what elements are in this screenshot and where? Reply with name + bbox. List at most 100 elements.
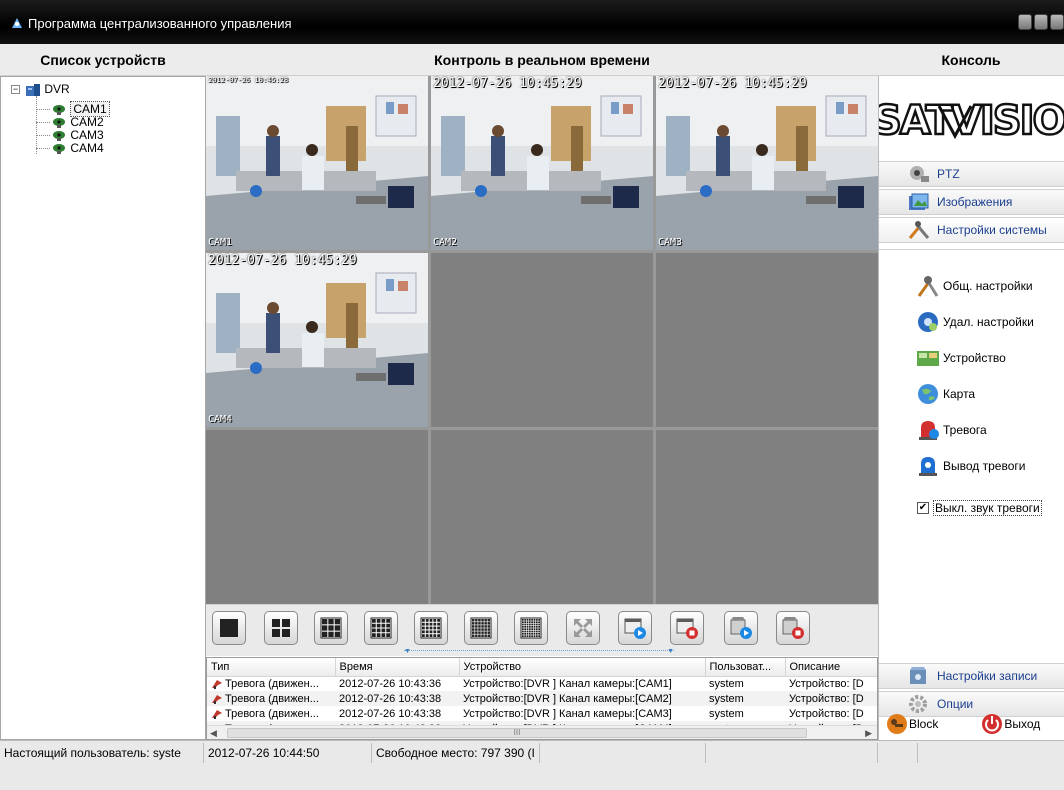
tree-collapse-toggle[interactable]: − xyxy=(11,85,20,94)
motion-alarm-icon xyxy=(212,679,222,689)
setting-label: Карта xyxy=(943,387,976,401)
accordion-images[interactable]: Изображения xyxy=(879,189,1064,215)
layout-4x4-button[interactable] xyxy=(364,611,398,645)
setting-label: Общ. настройки xyxy=(943,279,1033,293)
minimize-button[interactable] xyxy=(1018,14,1032,30)
event-description-cell: Устройство: [D xyxy=(785,706,877,721)
fullscreen-button[interactable] xyxy=(566,611,600,645)
event-table-header-row: Тип Время Устройство Пользоват... Описан… xyxy=(207,658,877,677)
event-time-cell: 2012-07-26 10:43:36 xyxy=(335,676,459,691)
exit-label: Выход xyxy=(1004,716,1041,731)
tree-item-cam4[interactable]: CAM4 xyxy=(51,141,104,155)
event-type-cell: Тревога (движен... xyxy=(207,706,335,721)
alarm-link[interactable]: Тревога xyxy=(915,416,987,444)
accordion-system-settings[interactable]: Настройки системы xyxy=(879,217,1064,243)
video-tile-empty[interactable] xyxy=(656,253,878,427)
column-header-type[interactable]: Тип xyxy=(207,658,336,677)
event-device-cell-text: Устройство:[DVR ] Канал камеры:[CAM3] xyxy=(463,707,672,720)
satvision-logo: SATVISION xyxy=(872,97,1064,146)
video-tile-4[interactable]: 2012-07-26 10:45:29 CAM4 xyxy=(206,253,428,427)
map-link[interactable]: Карта xyxy=(915,380,975,408)
accordion-label: Изображения xyxy=(937,195,1013,209)
layout-6x6-button[interactable] xyxy=(464,611,498,645)
block-lock-icon xyxy=(887,713,907,734)
status-cell-empty xyxy=(540,743,706,763)
video-tile-empty[interactable] xyxy=(431,253,653,427)
layout-toolbar: ▼ ▼ xyxy=(206,604,878,656)
video-tile-empty[interactable] xyxy=(656,430,878,604)
start-all-preview-button[interactable] xyxy=(618,611,652,645)
scroll-left-icon[interactable]: ◀ xyxy=(210,726,217,739)
start-all-record-button[interactable] xyxy=(724,611,758,645)
column-header-description[interactable]: Описание xyxy=(785,658,877,677)
video-tile-empty[interactable] xyxy=(206,430,428,604)
remote-settings-link[interactable]: Удал. настройки xyxy=(915,308,1034,336)
video-camera-label: CAM2 xyxy=(433,237,458,248)
event-row[interactable]: Тревога (движен... 2012-07-26 10:43:38 Уст… xyxy=(207,706,877,721)
panel-splitter[interactable]: ▼ ▼ xyxy=(404,648,674,656)
layout-1x1-button[interactable] xyxy=(212,611,246,645)
status-bar: Настоящий пользователь: syste 2012-07-26… xyxy=(0,740,1064,790)
accordion-ptz[interactable]: PTZ xyxy=(879,161,1064,187)
event-row[interactable]: Тревога (движен... 2012-07-26 10:43:38 Уст… xyxy=(207,691,877,706)
event-time-cell-text: 2012-07-26 10:43:38 xyxy=(339,692,442,705)
device-link[interactable]: Устройство xyxy=(915,344,1006,372)
horizontal-scrollbar[interactable]: ◀ III ▶ xyxy=(207,725,877,739)
mute-alarm-label[interactable]: Выкл. звук тревоги xyxy=(933,500,1042,516)
tree-item-cam2[interactable]: CAM2 xyxy=(51,115,104,129)
column-header-user[interactable]: Пользоват... xyxy=(705,658,786,677)
video-tile-empty[interactable] xyxy=(431,430,653,604)
tree-connector xyxy=(36,135,50,136)
stop-all-record-button[interactable] xyxy=(776,611,810,645)
video-tile-1[interactable]: 2012-07-26 10:45:28 CAM1 xyxy=(206,76,428,250)
column-header-time[interactable]: Время xyxy=(335,658,460,677)
tree-item-dvr[interactable]: DVR xyxy=(25,82,70,96)
column-header-device[interactable]: Устройство xyxy=(459,658,706,677)
video-camera-label: CAM1 xyxy=(208,237,233,248)
device-tree[interactable]: − DVR CAM1 CAM2 CAM3 CAM4 xyxy=(0,76,206,740)
alarm-output-link[interactable]: Вывод тревоги xyxy=(915,452,1025,480)
block-button[interactable]: Block xyxy=(885,712,938,736)
layout-2x2-button[interactable] xyxy=(264,611,298,645)
mute-alarm-row[interactable]: ✔ Выкл. звук тревоги xyxy=(917,500,1042,516)
camera-icon xyxy=(53,143,65,154)
event-time-cell-text: 2012-07-26 10:43:36 xyxy=(339,677,442,690)
general-settings-link[interactable]: Общ. настройки xyxy=(915,272,1033,300)
close-button[interactable] xyxy=(1050,14,1064,30)
ptz-camera-icon xyxy=(910,166,929,182)
event-device-cell-text: Устройство:[DVR ] Канал камеры:[CAM1] xyxy=(463,677,672,690)
accordion-record-settings[interactable]: Настройки записи xyxy=(879,663,1064,689)
layout-3x3-button[interactable] xyxy=(314,611,348,645)
scroll-right-icon[interactable]: ▶ xyxy=(865,726,872,739)
video-tile-3[interactable]: 2012-07-26 10:45:29 CAM3 xyxy=(656,76,878,250)
event-time-cell: 2012-07-26 10:43:38 xyxy=(335,706,459,721)
tree-item-cam1[interactable]: CAM1 xyxy=(51,101,110,117)
video-tile-2[interactable]: 2012-07-26 10:45:29 CAM2 xyxy=(431,76,653,250)
motion-alarm-icon xyxy=(212,709,222,719)
event-description-cell-text: Устройство: [D xyxy=(789,692,864,705)
start-record-icon xyxy=(730,617,752,639)
layout-6x6-icon xyxy=(470,617,492,639)
maximize-button[interactable] xyxy=(1034,14,1048,30)
event-log[interactable]: Тип Время Устройство Пользоват... Описан… xyxy=(206,657,878,740)
accordion-label: PTZ xyxy=(937,167,960,181)
scrollbar-thumb[interactable]: III xyxy=(227,728,807,738)
event-row[interactable]: Тревога (движен... 2012-07-26 10:43:36 Уст… xyxy=(207,676,877,691)
event-description-cell: Устройство: [D xyxy=(785,691,877,706)
stop-all-preview-button[interactable] xyxy=(670,611,704,645)
live-view-header: Контроль в реальном времени xyxy=(206,44,878,76)
layout-4x4-icon xyxy=(370,617,392,639)
event-description-cell: Устройство: [D xyxy=(785,676,877,691)
video-timestamp: 2012-07-26 10:45:28 xyxy=(208,76,289,84)
video-timestamp: 2012-07-26 10:45:29 xyxy=(208,253,357,268)
layout-8x8-button[interactable] xyxy=(514,611,548,645)
tree-item-cam3[interactable]: CAM3 xyxy=(51,128,104,142)
exit-button[interactable]: Выход xyxy=(980,712,1040,736)
event-user-cell-text: system xyxy=(709,677,744,690)
mute-alarm-checkbox[interactable]: ✔ xyxy=(917,502,929,514)
stop-record-icon xyxy=(782,617,804,639)
setting-label: Удал. настройки xyxy=(943,315,1034,329)
layout-5x5-button[interactable] xyxy=(414,611,448,645)
status-cell-empty xyxy=(878,743,918,763)
video-grid[interactable]: 2012-07-26 10:45:28 CAM1 2012-07-26 10:45:… xyxy=(206,76,878,604)
